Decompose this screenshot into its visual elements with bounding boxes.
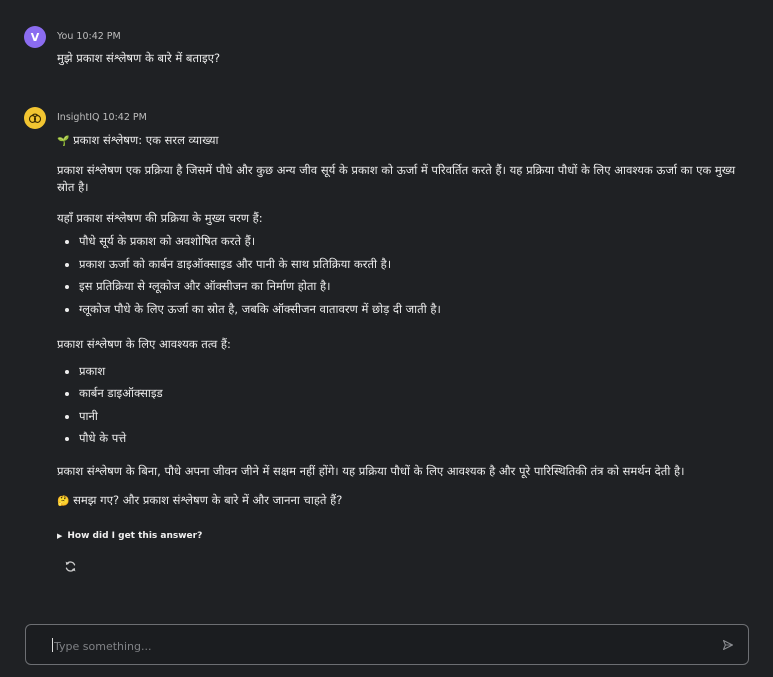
user-avatar-letter: V xyxy=(30,30,40,44)
send-icon xyxy=(722,639,734,651)
bot-message: InsightIQ 10:42 PM 🌱 प्रकाश संश्लेषण: एक… xyxy=(24,107,749,597)
bot-time: 10:42 PM xyxy=(102,112,147,123)
list-item: पानी xyxy=(79,408,749,425)
answer-conclusion: प्रकाश संश्लेषण के बिना, पौधे अपना जीवन … xyxy=(57,464,685,478)
answer-intro: प्रकाश संश्लेषण एक प्रक्रिया है जिसमें प… xyxy=(57,163,736,194)
user-time: 10:42 PM xyxy=(76,31,121,42)
answer-heading-text: प्रकाश संश्लेषण: एक सरल व्याख्या xyxy=(73,133,219,147)
send-button[interactable] xyxy=(720,637,736,653)
user-message: V You 10:42 PM मुझे प्रकाश संश्लेषण के ब… xyxy=(24,26,749,70)
regenerate-button[interactable] xyxy=(61,557,79,575)
list-item: पौधे सूर्य के प्रकाश को अवशोषित करते हैं… xyxy=(79,233,749,250)
list-item: ग्लूकोज पौधे के लिए ऊर्जा का स्रोत है, ज… xyxy=(79,301,749,318)
user-meta: You 10:42 PM xyxy=(57,31,121,42)
seedling-icon: 🌱 xyxy=(57,136,70,147)
user-avatar: V xyxy=(24,26,46,48)
thinking-face-icon: 🤔 xyxy=(57,496,70,507)
user-message-text: मुझे प्रकाश संश्लेषण के बारे में बताइए? xyxy=(57,51,221,65)
steps-title: यहाँ प्रकाश संश्लेषण की प्रक्रिया के मुख… xyxy=(57,211,263,225)
chat-page: V You 10:42 PM मुझे प्रकाश संश्लेषण के ब… xyxy=(0,0,773,677)
bot-meta: InsightIQ 10:42 PM xyxy=(57,112,147,123)
bot-message-body: 🌱 प्रकाश संश्लेषण: एक सरल व्याख्या प्रका… xyxy=(57,132,749,575)
list-item: प्रकाश ऊर्जा को कार्बन डाइऑक्साइड और पान… xyxy=(79,256,749,273)
refresh-icon xyxy=(65,560,75,572)
follow-up-question-text: समझ गए? और प्रकाश संश्लेषण के बारे में औ… xyxy=(73,493,343,507)
answer-details-toggle[interactable]: ▶ How did I get this answer? xyxy=(57,528,749,545)
steps-list: पौधे सूर्य के प्रकाश को अवशोषित करते हैं… xyxy=(57,233,749,318)
brain-icon-graphic xyxy=(28,113,42,123)
answer-details-label: How did I get this answer? xyxy=(67,531,203,541)
brain-icon xyxy=(24,107,46,129)
list-item: कार्बन डाइऑक्साइड xyxy=(79,385,749,402)
message-composer xyxy=(25,624,749,665)
elements-list: प्रकाश कार्बन डाइऑक्साइड पानी पौधे के पत… xyxy=(57,363,749,448)
answer-heading: 🌱 प्रकाश संश्लेषण: एक सरल व्याख्या xyxy=(57,132,749,150)
caret-right-icon: ▶ xyxy=(57,532,63,540)
message-input[interactable] xyxy=(52,635,696,657)
follow-up-question: 🤔 समझ गए? और प्रकाश संश्लेषण के बारे में… xyxy=(57,492,749,510)
bot-author: InsightIQ xyxy=(57,112,100,123)
elements-title: प्रकाश संश्लेषण के लिए आवश्यक तत्व हैं: xyxy=(57,336,231,351)
list-item: इस प्रतिक्रिया से ग्लूकोज और ऑक्सीजन का … xyxy=(79,278,749,295)
user-author: You xyxy=(57,31,74,42)
list-item: प्रकाश xyxy=(79,363,749,380)
list-item: पौधे के पत्ते xyxy=(79,430,749,447)
